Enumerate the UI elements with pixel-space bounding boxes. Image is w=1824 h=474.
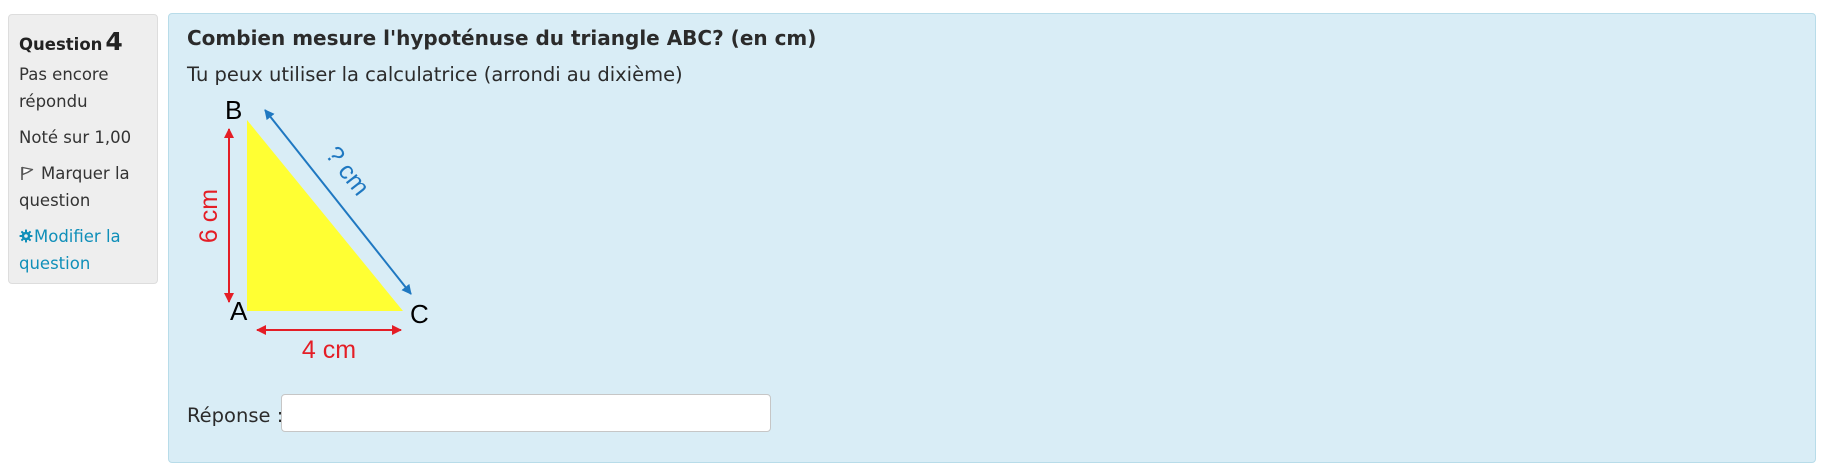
vertex-c-label: C	[410, 299, 429, 329]
flag-icon	[21, 166, 34, 180]
question-hint: Tu peux utiliser la calculatrice (arrond…	[187, 63, 683, 86]
flag-question-button[interactable]: Marquer la question	[19, 160, 147, 214]
question-grade: Noté sur 1,00	[19, 128, 132, 147]
vertex-a-label: A	[230, 296, 248, 326]
edit-question-label: Modifier la question	[19, 227, 121, 273]
side-ac-label: 4 cm	[302, 336, 356, 364]
question-number-heading: Question 4	[19, 28, 147, 58]
side-ab-label: 6 cm	[195, 189, 223, 243]
answer-label: Réponse :	[187, 404, 284, 427]
triangle-figure: B A C 6 cm 4 cm ? cm	[195, 96, 429, 364]
question-label: Question	[19, 35, 103, 54]
question-content: Combien mesure l'hypoténuse du triangle …	[168, 13, 1816, 463]
triangle-abc	[247, 120, 403, 311]
flag-question-label: Marquer la question	[19, 164, 130, 210]
side-bc-label: ? cm	[320, 141, 375, 201]
vertex-b-label: B	[225, 96, 242, 125]
question-title: Combien mesure l'hypoténuse du triangle …	[187, 26, 817, 50]
answer-input[interactable]	[281, 394, 771, 432]
question-number: 4	[105, 27, 123, 56]
edit-question-link[interactable]: Modifier la question	[19, 227, 121, 273]
gear-icon	[19, 229, 33, 243]
question-status: Pas encore répondu	[19, 65, 109, 111]
question-info-panel: Question 4 Pas encore répondu Noté sur 1,…	[8, 14, 158, 284]
